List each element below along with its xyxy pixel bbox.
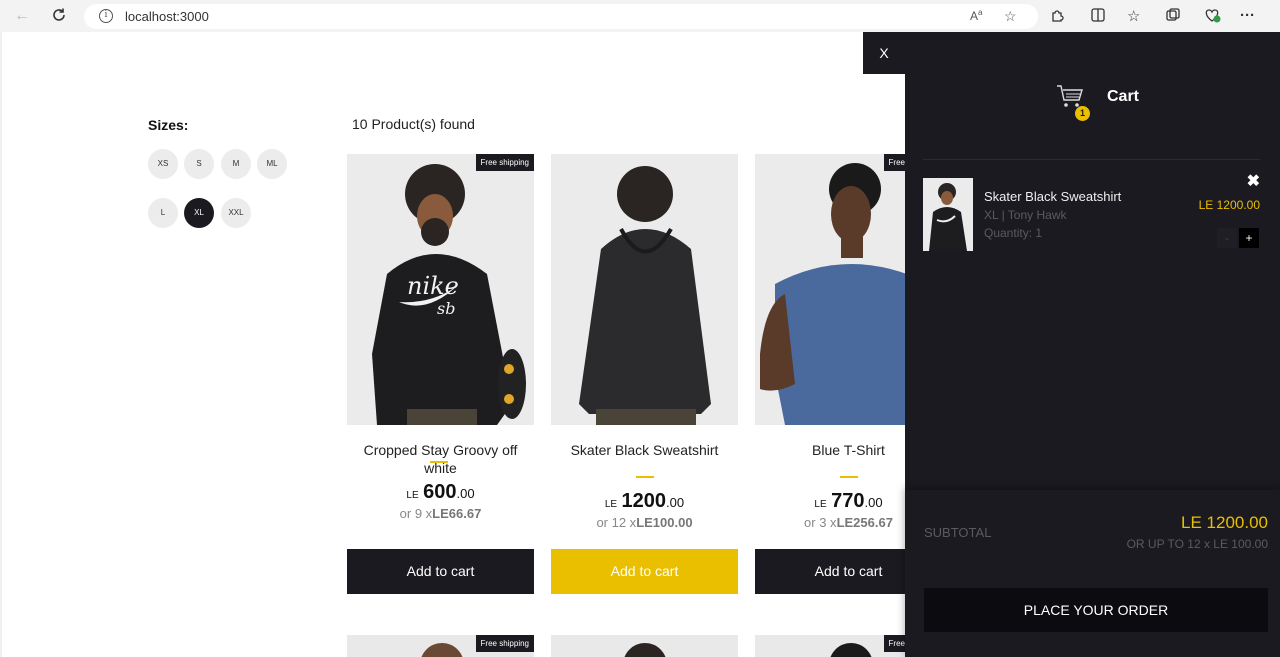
price-currency: LE: [406, 490, 419, 501]
products-found-count: 10 Product(s) found: [352, 116, 475, 132]
product-card[interactable]: [551, 635, 738, 657]
sizes-title: Sizes:: [148, 117, 189, 133]
subtotal-value: LE 1200.00: [1181, 513, 1268, 532]
size-s-button[interactable]: S: [184, 149, 214, 179]
installment-prefix: or 3 x: [804, 515, 837, 530]
product-title: Cropped Stay Groovy off white: [363, 442, 518, 476]
favorites-icon[interactable]: ☆: [1127, 7, 1140, 25]
subtotal-installments: OR UP TO 12 x LE 100.00: [1126, 537, 1268, 551]
installment-value: LE256.67: [836, 515, 893, 530]
title-underline: [839, 476, 858, 478]
product-installment: or 9 xLE66.67: [347, 506, 534, 521]
cart-footer: SUBTOTAL LE 1200.00 OR UP TO 12 x LE 100…: [905, 490, 1280, 657]
free-shipping-badge: Free shipping: [475, 635, 534, 652]
cart-title: Cart: [1107, 88, 1140, 105]
browser-toolbar: ← i localhost:3000 Aa ☆ ☆ ···: [0, 0, 1280, 32]
add-to-cart-button[interactable]: Add to cart: [551, 549, 738, 594]
size-l-button[interactable]: L: [148, 198, 178, 228]
price-decimal: .00: [864, 495, 883, 510]
favorite-star-icon[interactable]: ☆: [1004, 8, 1017, 25]
increase-quantity-button[interactable]: +: [1239, 228, 1259, 248]
cart-close-button[interactable]: X: [863, 32, 905, 74]
divider: [923, 159, 1260, 160]
place-order-button[interactable]: PLACE YOUR ORDER: [924, 588, 1268, 632]
price-currency: LE: [814, 499, 827, 510]
price-decimal: .00: [666, 495, 685, 510]
cart-item-description: XL | Tony Hawk: [984, 208, 1067, 222]
product-installment: or 12 xLE100.00: [551, 515, 738, 530]
size-xl-button[interactable]: XL: [184, 198, 214, 228]
price-integer: 1200: [621, 490, 667, 512]
price-integer: 600: [423, 481, 457, 503]
address-bar[interactable]: i localhost:3000 Aa ☆: [84, 4, 1038, 29]
site-info-icon[interactable]: i: [99, 9, 113, 23]
product-image[interactable]: [551, 154, 738, 425]
title-underline: [635, 476, 654, 478]
free-shipping-badge: Free shipping: [475, 154, 534, 171]
size-m-button[interactable]: M: [221, 149, 251, 179]
installment-prefix: or 12 x: [596, 515, 637, 530]
installment-value: LE100.00: [636, 515, 693, 530]
decrease-quantity-button[interactable]: -: [1217, 228, 1237, 248]
product-card[interactable]: nike sb Free shipping Cropped Stay Groov…: [347, 154, 534, 594]
svg-text:nike: nike: [407, 272, 459, 300]
read-aloud-icon[interactable]: Aa: [970, 8, 982, 23]
cart-panel: 1 Cart ✖ Skater Black Sweatshirt XL | To…: [905, 32, 1280, 657]
browser-essentials-icon[interactable]: [1203, 7, 1221, 27]
price-integer: 770: [831, 490, 865, 512]
installment-value: LE66.67: [432, 506, 482, 521]
url-text[interactable]: localhost:3000: [125, 9, 209, 24]
extensions-icon[interactable]: [1049, 7, 1065, 27]
product-title: Skater Black Sweatshirt: [570, 442, 719, 458]
installment-prefix: or 9 x: [399, 506, 433, 521]
cart-item-name: Skater Black Sweatshirt: [984, 189, 1122, 204]
back-icon[interactable]: ←: [13, 7, 31, 25]
cart-item-thumbnail: [923, 178, 973, 251]
size-xs-button[interactable]: XS: [148, 149, 178, 179]
product-price: LE 600.00: [347, 481, 534, 504]
size-xxl-button[interactable]: XXL: [221, 198, 251, 228]
product-card[interactable]: Skater Black Sweatshirt LE 1200.00 or 12…: [551, 154, 738, 594]
svg-text:sb: sb: [437, 299, 455, 318]
product-card[interactable]: Free shipping: [347, 635, 534, 657]
cart-item-price: LE 1200.00: [1198, 198, 1260, 212]
refresh-icon[interactable]: [50, 7, 68, 25]
remove-item-icon[interactable]: ✖: [1247, 171, 1260, 191]
size-ml-button[interactable]: ML: [257, 149, 287, 179]
price-currency: LE: [604, 499, 618, 510]
cart-item-quantity: Quantity: 1: [984, 226, 1043, 240]
price-decimal: .00: [456, 486, 475, 501]
collections-icon[interactable]: [1165, 7, 1181, 27]
product-price: LE 1200.00: [551, 490, 738, 513]
more-menu-icon[interactable]: ···: [1240, 7, 1255, 24]
cart-count-badge: 1: [1075, 106, 1090, 121]
add-to-cart-button[interactable]: Add to cart: [347, 549, 534, 594]
split-screen-icon[interactable]: [1090, 7, 1106, 27]
subtotal-label: SUBTOTAL: [924, 525, 992, 540]
product-image[interactable]: nike sb Free shipping: [347, 154, 534, 425]
